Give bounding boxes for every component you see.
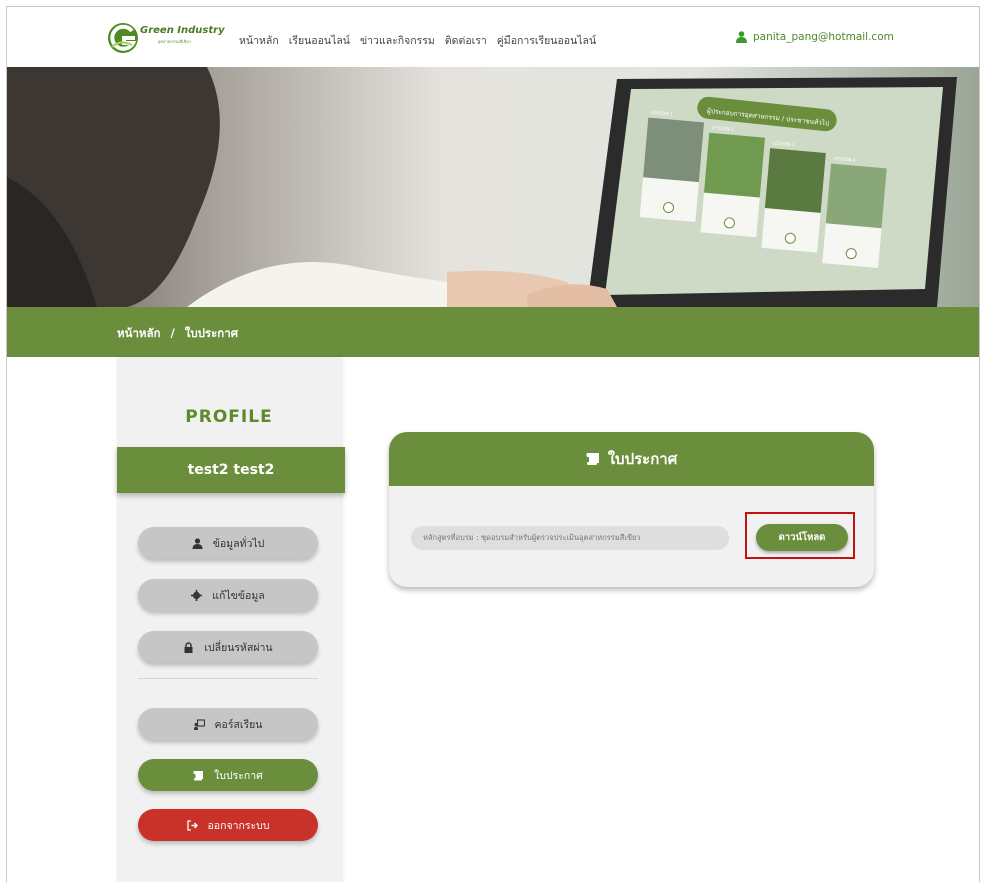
certificate-card: ใบประกาศ หลักสูตรที่อบรม : ชุดอบรมสำหรับ… [389,432,874,587]
logo-sub-text: อุตสาหกรรมสีเขียว [158,39,191,44]
edit-profile-button[interactable]: แก้ไขข้อมูล [138,579,318,611]
logout-label: ออกจากระบบ [207,819,270,832]
nav-news-activities[interactable]: ข่าวและกิจกรรม [360,32,435,49]
user-email: panita_pang@hotmail.com [753,31,894,43]
nav-home[interactable]: หน้าหลัก [239,32,279,49]
change-password-label: เปลี่ยนรหัสผ่าน [204,641,273,654]
download-highlight-box [745,512,855,559]
breadcrumb-home[interactable]: หน้าหลัก [117,326,161,340]
edit-profile-label: แก้ไขข้อมูล [212,589,265,602]
chalkboard-user-icon [193,718,205,730]
breadcrumb: หน้าหลัก / ใบประกาศ [117,325,238,343]
courses-label: คอร์สเรียน [214,718,263,731]
user-icon [192,537,203,549]
nav-manual[interactable]: คู่มือการเรียนออนไลน์ [497,32,596,49]
breadcrumb-separator: / [170,326,175,340]
profile-sidebar: PROFILE test2 test2 ข้อมูลทั่วไป แก้ไขข้… [117,357,345,882]
green-industry-logo-icon [108,23,138,53]
nav-contact[interactable]: ติดต่อเรา [445,32,487,49]
certificate-card-header: ใบประกาศ [389,432,874,486]
user-icon [736,31,747,43]
courses-button[interactable]: คอร์สเรียน [138,708,318,740]
scroll-icon [193,770,204,780]
page-frame: Green Industry อุตสาหกรรมสีเขียว หน้าหลั… [6,6,980,882]
top-navbar: Green Industry อุตสาหกรรมสีเขียว หน้าหลั… [7,7,979,67]
sidebar-divider [138,678,318,679]
nav-online-learning[interactable]: เรียนออนไลน์ [289,32,350,49]
profile-user-name: test2 test2 [117,447,345,493]
gear-icon [191,589,203,601]
general-info-label: ข้อมูลทั่วไป [212,537,265,550]
certificate-button[interactable]: ใบประกาศ [138,759,318,791]
main-menu: หน้าหลัก เรียนออนไลน์ ข่าวและกิจกรรม ติด… [239,32,596,49]
profile-title: PROFILE [185,407,273,427]
lock-icon [184,641,193,653]
site-logo[interactable]: Green Industry อุตสาหกรรมสีเขียว [106,21,226,57]
certificate-heading: ใบประกาศ [607,450,678,468]
certificate-label: ใบประกาศ [214,769,263,782]
logout-button[interactable]: ออกจากระบบ [138,809,318,841]
logo-brand-text: Green Industry [140,25,225,36]
sign-out-icon [186,819,198,831]
hero-laptop-illustration: ผู้ประกอบการอุตสาหกรรม / ประชาชนทั่วไป L… [7,67,979,307]
scroll-icon [586,453,599,465]
hero-banner: ผู้ประกอบการอุตสาหกรรม / ประชาชนทั่วไป L… [7,67,979,307]
course-name-field: หลักสูตรที่อบรม : ชุดอบรมสำหรับผู้ตรวจปร… [411,526,729,550]
change-password-button[interactable]: เปลี่ยนรหัสผ่าน [138,631,318,663]
breadcrumb-current: ใบประกาศ [184,326,238,340]
user-account[interactable]: panita_pang@hotmail.com [736,31,894,43]
general-info-button[interactable]: ข้อมูลทั่วไป [138,527,318,559]
breadcrumb-bar: หน้าหลัก / ใบประกาศ [7,307,979,357]
